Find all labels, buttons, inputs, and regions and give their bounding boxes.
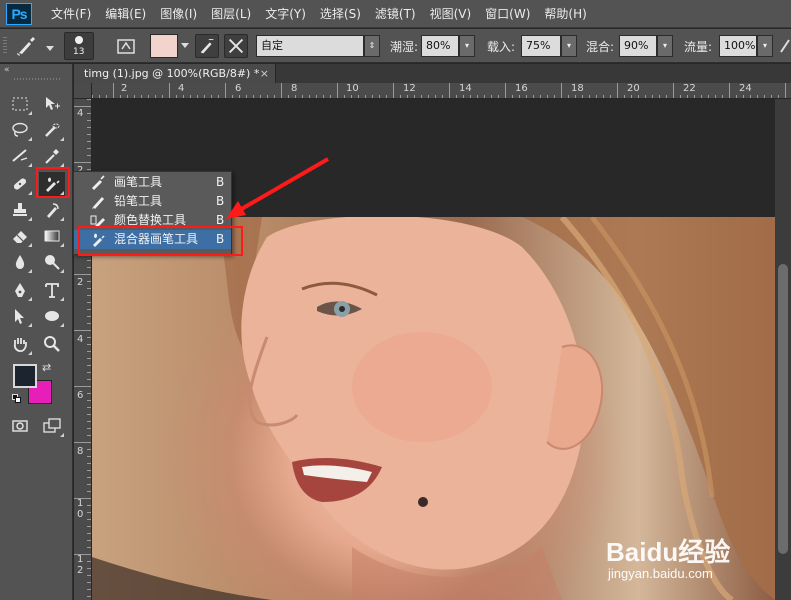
arrow-head <box>226 201 246 219</box>
annotation-arrow <box>226 157 330 219</box>
arrow-shaft <box>236 157 330 213</box>
baidu-watermark: Baidu经验 jingyan.baidu.com <box>606 532 756 584</box>
watermark-brand: Baidu经验 <box>606 537 731 567</box>
watermark-url: jingyan.baidu.com <box>608 566 713 581</box>
